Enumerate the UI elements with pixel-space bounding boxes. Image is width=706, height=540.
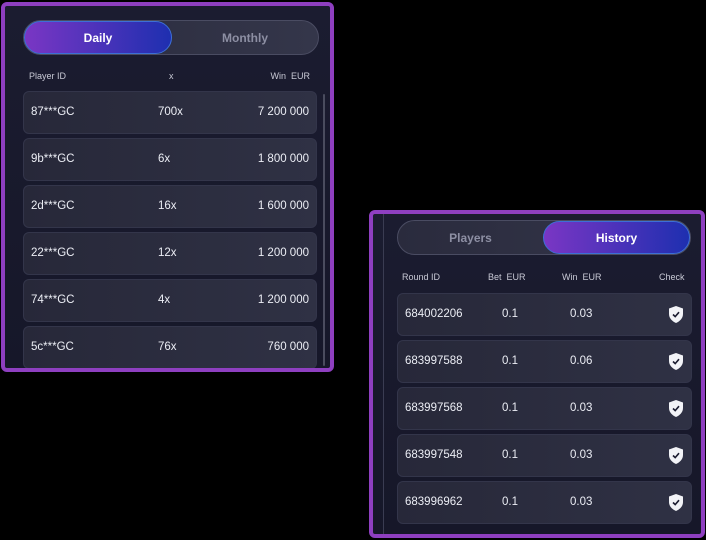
history-row: 683997548 0.1 0.03 <box>397 434 692 477</box>
history-panel: Players History Round ID Bet EUR Win EUR… <box>369 210 705 538</box>
win-amount: 760 000 <box>267 341 309 353</box>
win-amount: 1 800 000 <box>257 153 309 165</box>
divider <box>383 214 384 534</box>
leaderboard-row: 74***GC 4x 1 200 000 <box>23 279 317 322</box>
multiplier: 16x <box>158 200 177 212</box>
win-amount: 0.03 <box>570 402 593 414</box>
leaderboard-row: 87***GC 700x 7 200 000 <box>23 91 317 134</box>
win-amount: 0.06 <box>570 355 593 367</box>
player-id: 9b***GC <box>31 153 75 165</box>
tab-history[interactable]: History <box>543 221 690 254</box>
player-id: 2d***GC <box>31 200 75 212</box>
multiplier: 6x <box>158 153 171 165</box>
header-player-id: Player ID <box>29 71 67 81</box>
win-amount: 0.03 <box>570 449 593 461</box>
multiplier: 700x <box>158 106 183 118</box>
header-check: Check <box>659 272 685 282</box>
header-bet: Bet EUR <box>488 272 526 282</box>
shield-check-icon[interactable] <box>668 305 684 324</box>
history-row: 683997568 0.1 0.03 <box>397 387 692 430</box>
scrollbar[interactable] <box>323 94 325 366</box>
win-amount: 1 600 000 <box>257 200 309 212</box>
shield-check-icon[interactable] <box>668 399 684 418</box>
tab-players[interactable]: Players <box>398 221 543 254</box>
history-row: 683996962 0.1 0.03 <box>397 481 692 524</box>
bet-amount: 0.1 <box>502 496 518 508</box>
history-row: 683997588 0.1 0.06 <box>397 340 692 383</box>
header-win: Win EUR <box>562 272 602 282</box>
history-row: 684002206 0.1 0.03 <box>397 293 692 336</box>
player-id: 87***GC <box>31 106 75 118</box>
header-win: Win EUR <box>270 71 310 81</box>
leaderboard-row: 9b***GC 6x 1 800 000 <box>23 138 317 181</box>
bet-amount: 0.1 <box>502 308 518 320</box>
player-id: 5c***GC <box>31 341 74 353</box>
header-multiplier: x <box>169 71 174 81</box>
player-id: 22***GC <box>31 247 75 259</box>
round-id: 683997588 <box>405 355 463 367</box>
leaderboard-panel: Daily Monthly Player ID x Win EUR 87***G… <box>1 2 334 372</box>
tab-daily[interactable]: Daily <box>24 21 172 54</box>
shield-check-icon[interactable] <box>668 446 684 465</box>
round-id: 683997548 <box>405 449 463 461</box>
period-toggle: Daily Monthly <box>23 20 319 55</box>
win-amount: 7 200 000 <box>257 106 309 118</box>
bet-amount: 0.1 <box>502 449 518 461</box>
win-amount: 0.03 <box>570 308 593 320</box>
tab-monthly[interactable]: Monthly <box>172 21 318 54</box>
header-round-id: Round ID <box>402 272 441 282</box>
win-amount: 1 200 000 <box>257 294 309 306</box>
multiplier: 4x <box>158 294 171 306</box>
view-toggle: Players History <box>397 220 691 255</box>
shield-check-icon[interactable] <box>668 493 684 512</box>
round-id: 683997568 <box>405 402 463 414</box>
round-id: 683996962 <box>405 496 463 508</box>
shield-check-icon[interactable] <box>668 352 684 371</box>
bet-amount: 0.1 <box>502 355 518 367</box>
multiplier: 76x <box>158 341 177 353</box>
leaderboard-row: 2d***GC 16x 1 600 000 <box>23 185 317 228</box>
bet-amount: 0.1 <box>502 402 518 414</box>
multiplier: 12x <box>158 247 177 259</box>
win-amount: 0.03 <box>570 496 593 508</box>
win-amount: 1 200 000 <box>257 247 309 259</box>
round-id: 684002206 <box>405 308 463 320</box>
leaderboard-row: 22***GC 12x 1 200 000 <box>23 232 317 275</box>
leaderboard-row: 5c***GC 76x 760 000 <box>23 326 317 368</box>
player-id: 74***GC <box>31 294 75 306</box>
